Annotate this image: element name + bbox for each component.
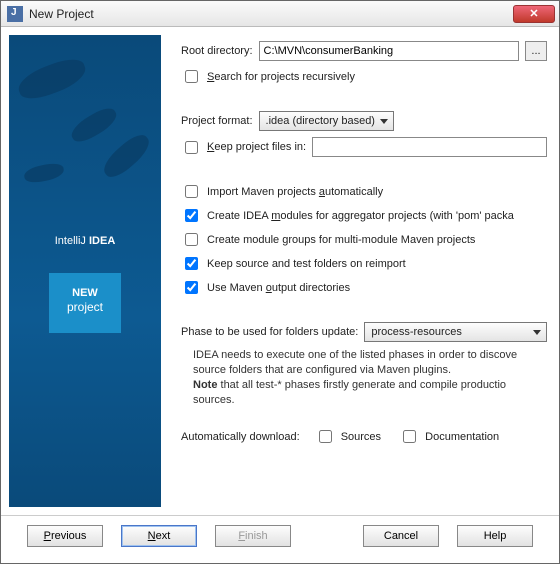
titlebar: New Project ✕ — [1, 1, 559, 27]
keep-source-checkbox[interactable] — [185, 257, 198, 270]
phase-info-text: IDEA needs to execute one of the listed … — [193, 348, 547, 407]
create-module-groups-label: Create module groups for multi-module Ma… — [207, 234, 475, 246]
project-format-dropdown[interactable]: .idea (directory based) — [259, 111, 394, 131]
create-idea-modules-checkbox[interactable] — [185, 209, 198, 222]
project-format-label: Project format: — [181, 115, 253, 127]
keep-source-label: Keep source and test folders on reimport — [207, 258, 406, 270]
use-output-checkbox[interactable] — [185, 281, 198, 294]
documentation-label: Documentation — [425, 431, 499, 443]
close-button[interactable]: ✕ — [513, 5, 555, 23]
root-directory-input[interactable] — [259, 41, 519, 61]
documentation-checkbox[interactable] — [403, 430, 416, 443]
brand-text: IntelliJ IDEA — [9, 227, 161, 250]
sidebar-banner: IntelliJ IDEA NEWproject — [9, 35, 161, 507]
search-recursively-label: SSearch for projects recursivelyearch fo… — [207, 71, 355, 83]
auto-download-label: Automatically download: — [181, 431, 300, 443]
finish-button[interactable]: Finish — [215, 525, 291, 547]
phase-label: Phase to be used for folders update: — [181, 326, 358, 338]
next-button[interactable]: Next — [121, 525, 197, 547]
keep-files-label: Keep project files in: — [207, 141, 306, 153]
previous-button[interactable]: Previous — [27, 525, 103, 547]
sources-label: Sources — [341, 431, 381, 443]
phase-dropdown[interactable]: process-resources — [364, 322, 547, 342]
use-output-label: Use Maven output directories — [207, 282, 350, 294]
keep-files-input[interactable] — [312, 137, 547, 157]
keep-files-checkbox[interactable] — [185, 141, 198, 154]
button-bar: Previous Next Finish Cancel Help — [1, 515, 559, 555]
create-idea-modules-label: Create IDEA modules for aggregator proje… — [207, 210, 514, 222]
window-title: New Project — [29, 7, 94, 21]
help-button[interactable]: Help — [457, 525, 533, 547]
import-auto-label: Import Maven projects automatically — [207, 186, 383, 198]
import-auto-checkbox[interactable] — [185, 185, 198, 198]
sources-checkbox[interactable] — [319, 430, 332, 443]
search-recursively-checkbox[interactable] — [185, 70, 198, 83]
dialog-window: New Project ✕ IntelliJ IDEA NEWproject R… — [0, 0, 560, 564]
form-panel: Root directory: ... SSearch for projects… — [169, 35, 551, 507]
new-project-badge: NEWproject — [49, 273, 121, 333]
close-icon: ✕ — [529, 7, 538, 20]
create-module-groups-checkbox[interactable] — [185, 233, 198, 246]
root-directory-label: Root directory: — [181, 45, 253, 57]
browse-button[interactable]: ... — [525, 41, 547, 61]
cancel-button[interactable]: Cancel — [363, 525, 439, 547]
app-icon — [7, 6, 23, 22]
